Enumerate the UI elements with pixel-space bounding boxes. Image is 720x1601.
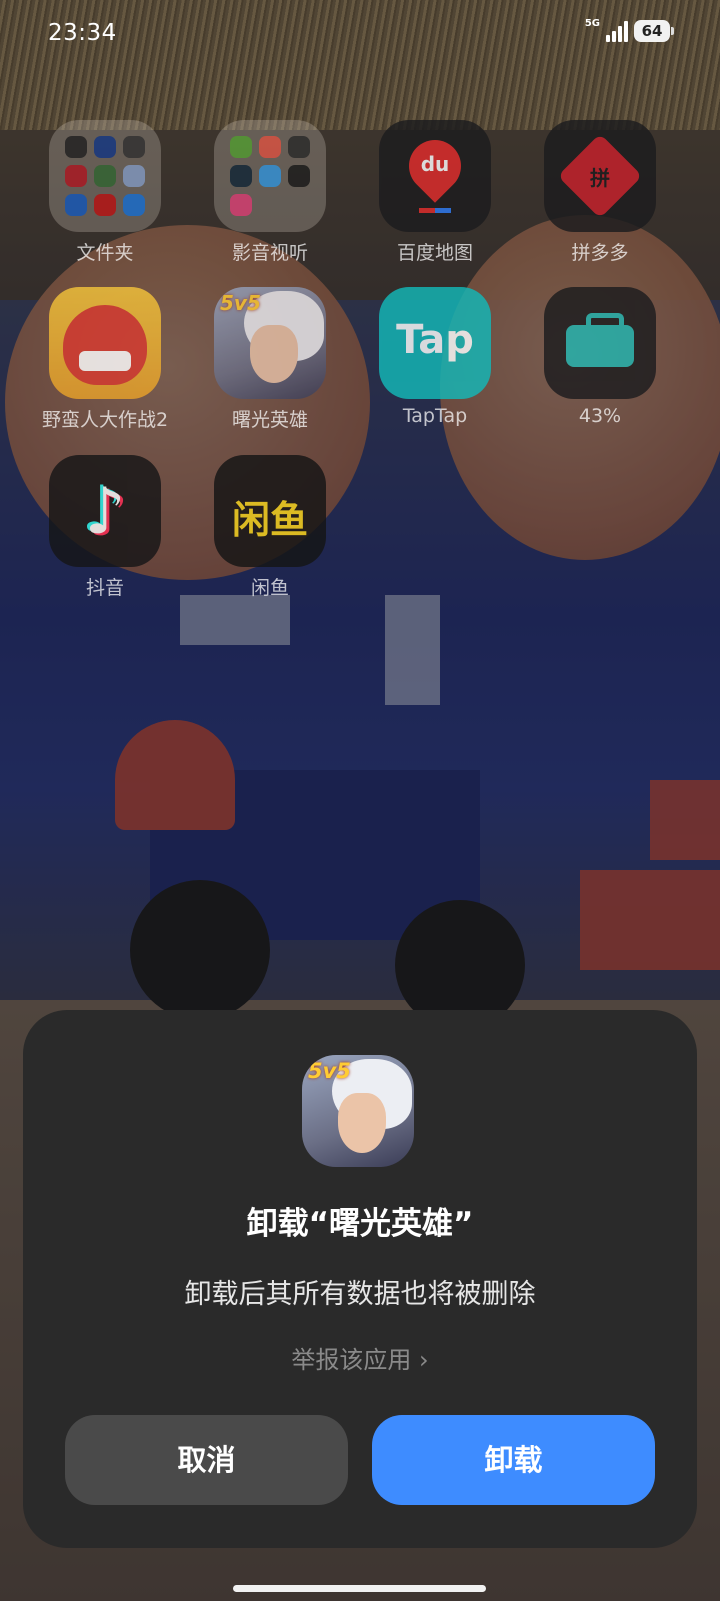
dialog-title: 卸载“曙光英雄”: [246, 1206, 474, 1242]
app-label: 野蛮人大作战2: [41, 409, 169, 431]
app-pinduoduo[interactable]: 拼 拼多多: [530, 120, 670, 265]
cancel-button[interactable]: 取消: [65, 1415, 348, 1505]
app-label: 拼多多: [571, 242, 629, 264]
pinduoduo-icon: 拼: [544, 120, 656, 232]
baidu-maps-icon: du: [379, 120, 491, 232]
clock: 23:34: [48, 20, 117, 46]
app-label: 百度地图: [396, 242, 473, 264]
app-label: 文件夹: [76, 242, 134, 264]
app-taptap[interactable]: Tap TapTap: [365, 287, 505, 427]
xianyu-icon: 闲鱼: [214, 455, 326, 567]
hero-game-icon: 5v5: [214, 287, 326, 399]
report-app-link[interactable]: 举报该应用 ›: [23, 1340, 697, 1375]
app-label: 43%: [578, 405, 622, 427]
uninstall-dialog: 5v5 卸载“曙光英雄” 卸载后其所有数据也将被删除 举报该应用 › 取消 卸载: [23, 1010, 697, 1548]
dialog-message: 卸载后其所有数据也将被删除: [184, 1279, 536, 1310]
app-dawn-heroes[interactable]: 5v5 曙光英雄: [200, 287, 340, 432]
app-barbarian-war-2[interactable]: 野蛮人大作战2: [35, 287, 175, 432]
toolkit-icon: [544, 287, 656, 399]
folder-icon: [214, 120, 326, 232]
app-folder[interactable]: 文件夹: [35, 120, 175, 265]
app-douyin[interactable]: ♪ 抖音: [35, 455, 175, 600]
taptap-icon: Tap: [379, 287, 491, 399]
uninstall-button[interactable]: 卸载: [372, 1415, 655, 1505]
app-label: TapTap: [402, 405, 468, 427]
network-type: 5G: [584, 17, 600, 29]
barbarian-game-icon: [49, 287, 161, 399]
home-indicator[interactable]: [233, 1585, 486, 1592]
status-bar: 23:34 5G 64: [0, 0, 720, 70]
folder-icon: [49, 120, 161, 232]
app-label: 闲鱼: [250, 577, 289, 599]
app-toolkit[interactable]: 43%: [530, 287, 670, 427]
hero-game-icon: 5v5: [302, 1055, 414, 1167]
app-label: 曙光英雄: [231, 409, 308, 431]
app-label: 抖音: [85, 577, 124, 599]
app-label: 影音视听: [231, 242, 308, 264]
battery-level: 64: [641, 22, 663, 40]
battery-icon: 64: [634, 20, 674, 42]
signal-icon: [606, 20, 628, 42]
app-folder-media[interactable]: 影音视听: [200, 120, 340, 265]
douyin-icon: ♪: [49, 455, 161, 567]
status-indicators: 5G 64: [584, 17, 674, 42]
app-xianyu[interactable]: 闲鱼 闲鱼: [200, 455, 340, 600]
app-baidu-maps[interactable]: du 百度地图: [365, 120, 505, 265]
